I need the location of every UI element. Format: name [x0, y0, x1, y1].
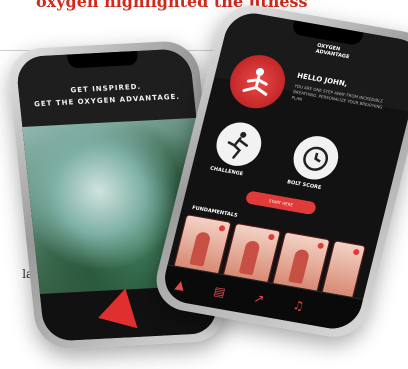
article-header: oxygen highlighted the fitness [0, 0, 408, 18]
favorite-icon [218, 224, 226, 232]
bell-icon[interactable]: ♫ [288, 295, 310, 316]
exercise-figure [288, 248, 311, 284]
runner-icon [227, 131, 249, 159]
phone-right-screen: OXYGEN ADVANTAGE HELLO JOHN, YOU ARE ONE… [159, 9, 408, 333]
favorite-icon [352, 248, 360, 256]
exercise-figure [238, 239, 261, 276]
home-icon[interactable]: ▲ [169, 275, 191, 296]
start-here-button[interactable]: START HERE [244, 190, 318, 216]
bolt-score-label: BOLT SCORE [286, 179, 322, 192]
challenge-button[interactable] [211, 119, 266, 170]
book-icon[interactable]: ▤ [209, 281, 231, 302]
bolt-score-button[interactable] [288, 132, 343, 183]
exercise-figure [189, 231, 212, 267]
timer-icon [303, 146, 329, 171]
favorite-icon [267, 233, 276, 241]
favorite-icon [317, 242, 325, 250]
challenge-label: CHALLENGE [209, 165, 244, 178]
chart-icon[interactable]: ↗ [248, 288, 270, 309]
